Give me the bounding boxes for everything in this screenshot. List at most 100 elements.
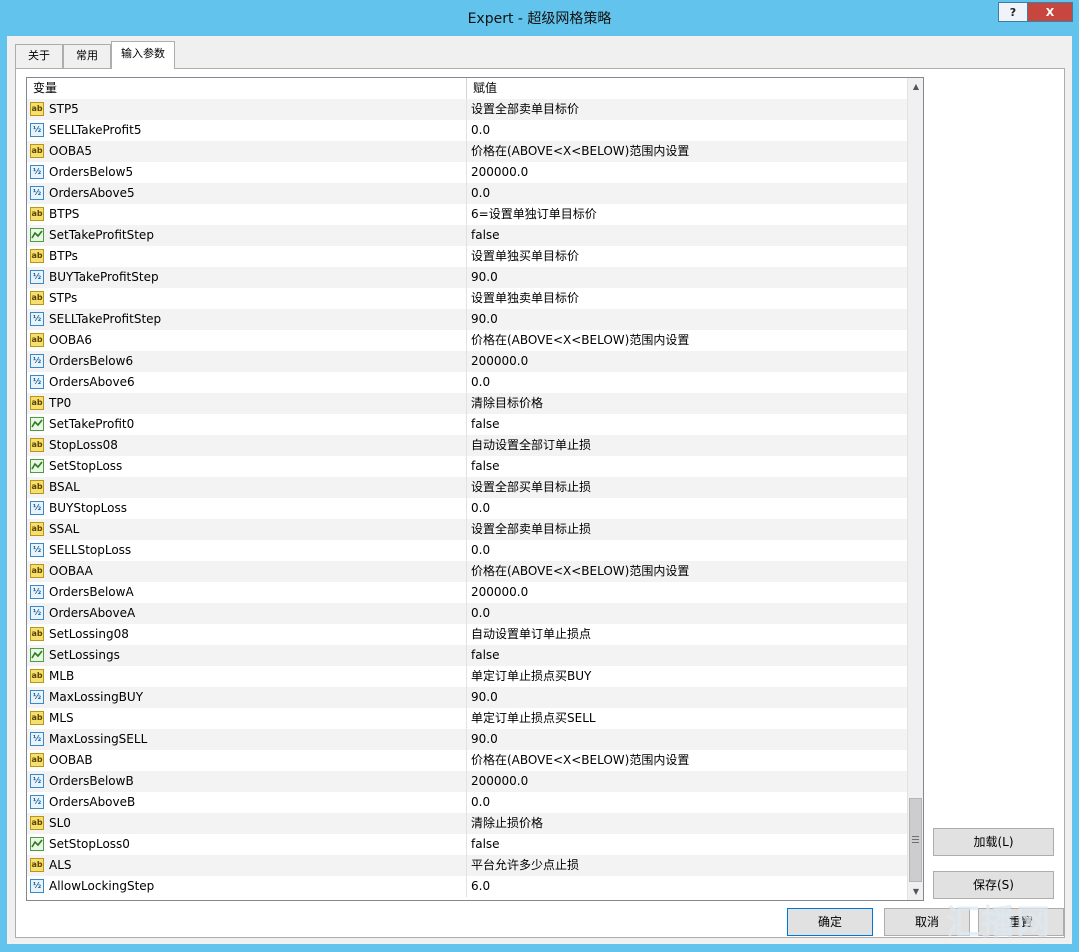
value-cell[interactable]: 价格在(ABOVE<X<BELOW)范围内设置 (467, 330, 907, 351)
save-button[interactable]: 保存(S) (933, 871, 1054, 899)
value-cell[interactable]: 200000.0 (467, 771, 907, 792)
table-row[interactable]: ½ OrdersBelow5 200000.0 (27, 162, 907, 183)
value-cell[interactable]: 平台允许多少点止损 (467, 855, 907, 876)
table-row[interactable]: ½ OrdersBelow6 200000.0 (27, 351, 907, 372)
table-row[interactable]: ab MLB 单定订单止损点买BUY (27, 666, 907, 687)
value-cell[interactable]: 200000.0 (467, 162, 907, 183)
table-row[interactable]: ½ OrdersAboveB 0.0 (27, 792, 907, 813)
table-row[interactable]: ½ MaxLossingBUY 90.0 (27, 687, 907, 708)
value-cell[interactable]: 6.0 (467, 876, 907, 897)
table-row[interactable]: ab BTPS 6=设置单独订单目标价 (27, 204, 907, 225)
value-cell[interactable]: 0.0 (467, 603, 907, 624)
cancel-button[interactable]: 取消 (884, 908, 970, 936)
value-cell[interactable]: 单定订单止损点买BUY (467, 666, 907, 687)
close-button[interactable]: X (1027, 2, 1073, 22)
table-row[interactable]: ½ BUYTakeProfitStep 90.0 (27, 267, 907, 288)
value-cell[interactable]: 0.0 (467, 120, 907, 141)
variable-name: ALS (49, 858, 72, 872)
value-cell[interactable]: 价格在(ABOVE<X<BELOW)范围内设置 (467, 561, 907, 582)
table-row[interactable]: ab STP5 设置全部卖单目标价 (27, 99, 907, 120)
table-row[interactable]: SetLossings false (27, 645, 907, 666)
value-cell[interactable]: 设置单独卖单目标价 (467, 288, 907, 309)
tab-input-parameters[interactable]: 输入参数 (111, 41, 175, 69)
value-cell[interactable]: 0.0 (467, 792, 907, 813)
value-cell[interactable]: 清除目标价格 (467, 393, 907, 414)
value-cell[interactable]: false (467, 225, 907, 246)
value-cell[interactable]: 自动设置全部订单止损 (467, 435, 907, 456)
variable-cell: ab OOBAA (27, 561, 467, 582)
value-cell[interactable]: 设置单独买单目标价 (467, 246, 907, 267)
table-row[interactable]: ab OOBAB 价格在(ABOVE<X<BELOW)范围内设置 (27, 750, 907, 771)
grid-rows: ab STP5 设置全部卖单目标价 ½ SELLTakeProfit5 0.0 ab OOBA… (27, 99, 907, 897)
value-cell[interactable]: 200000.0 (467, 351, 907, 372)
table-row[interactable]: ab OOBAA 价格在(ABOVE<X<BELOW)范围内设置 (27, 561, 907, 582)
table-row[interactable]: ½ OrdersAbove5 0.0 (27, 183, 907, 204)
value-cell[interactable]: 价格在(ABOVE<X<BELOW)范围内设置 (467, 750, 907, 771)
table-row[interactable]: ab BTPs 设置单独买单目标价 (27, 246, 907, 267)
value-cell[interactable]: 设置全部买单目标止损 (467, 477, 907, 498)
table-row[interactable]: ½ OrdersBelowB 200000.0 (27, 771, 907, 792)
table-row[interactable]: ½ SELLTakeProfitStep 90.0 (27, 309, 907, 330)
scroll-thumb[interactable] (909, 798, 922, 882)
variable-name: BUYTakeProfitStep (49, 270, 159, 284)
table-row[interactable]: ab StopLoss08 自动设置全部订单止损 (27, 435, 907, 456)
vertical-scrollbar[interactable]: ▲ ▼ (907, 78, 923, 900)
table-row[interactable]: ab STPs 设置单独卖单目标价 (27, 288, 907, 309)
value-cell[interactable]: 自动设置单订单止损点 (467, 624, 907, 645)
value-cell[interactable]: false (467, 834, 907, 855)
reset-button[interactable]: 重置 (978, 908, 1064, 936)
help-button[interactable]: ? (998, 2, 1028, 22)
column-header-value[interactable]: 赋值 (467, 78, 907, 99)
value-cell[interactable]: 0.0 (467, 498, 907, 519)
table-row[interactable]: ab OOBA5 价格在(ABOVE<X<BELOW)范围内设置 (27, 141, 907, 162)
value-cell[interactable]: false (467, 414, 907, 435)
value-cell[interactable]: 0.0 (467, 183, 907, 204)
table-row[interactable]: SetTakeProfitStep false (27, 225, 907, 246)
table-row[interactable]: ½ SELLStopLoss 0.0 (27, 540, 907, 561)
load-button[interactable]: 加载(L) (933, 828, 1054, 856)
value-cell[interactable]: 90.0 (467, 687, 907, 708)
value-cell[interactable]: 设置全部卖单目标止损 (467, 519, 907, 540)
table-row[interactable]: SetStopLoss0 false (27, 834, 907, 855)
value-cell[interactable]: false (467, 456, 907, 477)
table-row[interactable]: ½ OrdersAboveA 0.0 (27, 603, 907, 624)
table-row[interactable]: ½ OrdersBelowA 200000.0 (27, 582, 907, 603)
table-row[interactable]: ab ALS 平台允许多少点止损 (27, 855, 907, 876)
table-row[interactable]: ½ SELLTakeProfit5 0.0 (27, 120, 907, 141)
table-row[interactable]: ab BSAL 设置全部买单目标止损 (27, 477, 907, 498)
value-cell[interactable]: 设置全部卖单目标价 (467, 99, 907, 120)
value-cell[interactable]: 90.0 (467, 267, 907, 288)
table-row[interactable]: ½ OrdersAbove6 0.0 (27, 372, 907, 393)
value-cell[interactable]: 价格在(ABOVE<X<BELOW)范围内设置 (467, 141, 907, 162)
variable-name: StopLoss08 (49, 438, 118, 452)
value-cell[interactable]: 清除止损价格 (467, 813, 907, 834)
variable-name: TP0 (49, 396, 72, 410)
table-row[interactable]: ab SetLossing08 自动设置单订单止损点 (27, 624, 907, 645)
table-row[interactable]: ab SL0 清除止损价格 (27, 813, 907, 834)
column-header-variable[interactable]: 变量 (27, 78, 467, 99)
value-cell[interactable]: 200000.0 (467, 582, 907, 603)
tab-common[interactable]: 常用 (63, 44, 111, 68)
scroll-up-arrow-icon[interactable]: ▲ (908, 78, 923, 95)
string-type-icon: ab (30, 249, 44, 263)
value-cell[interactable]: 90.0 (467, 729, 907, 750)
table-row[interactable]: ½ MaxLossingSELL 90.0 (27, 729, 907, 750)
scroll-down-arrow-icon[interactable]: ▼ (908, 883, 923, 900)
ok-button[interactable]: 确定 (787, 908, 873, 936)
table-row[interactable]: ab OOBA6 价格在(ABOVE<X<BELOW)范围内设置 (27, 330, 907, 351)
table-row[interactable]: SetTakeProfit0 false (27, 414, 907, 435)
table-row[interactable]: ab MLS 单定订单止损点买SELL (27, 708, 907, 729)
tab-about[interactable]: 关于 (15, 44, 63, 68)
value-cell[interactable]: false (467, 645, 907, 666)
value-cell[interactable]: 6=设置单独订单目标价 (467, 204, 907, 225)
table-row[interactable]: ½ AllowLockingStep 6.0 (27, 876, 907, 897)
value-cell[interactable]: 90.0 (467, 309, 907, 330)
table-row[interactable]: ab SSAL 设置全部卖单目标止损 (27, 519, 907, 540)
variable-cell: ab STP5 (27, 99, 467, 120)
value-cell[interactable]: 单定订单止损点买SELL (467, 708, 907, 729)
value-cell[interactable]: 0.0 (467, 540, 907, 561)
table-row[interactable]: ½ BUYStopLoss 0.0 (27, 498, 907, 519)
table-row[interactable]: ab TP0 清除目标价格 (27, 393, 907, 414)
value-cell[interactable]: 0.0 (467, 372, 907, 393)
table-row[interactable]: SetStopLoss false (27, 456, 907, 477)
